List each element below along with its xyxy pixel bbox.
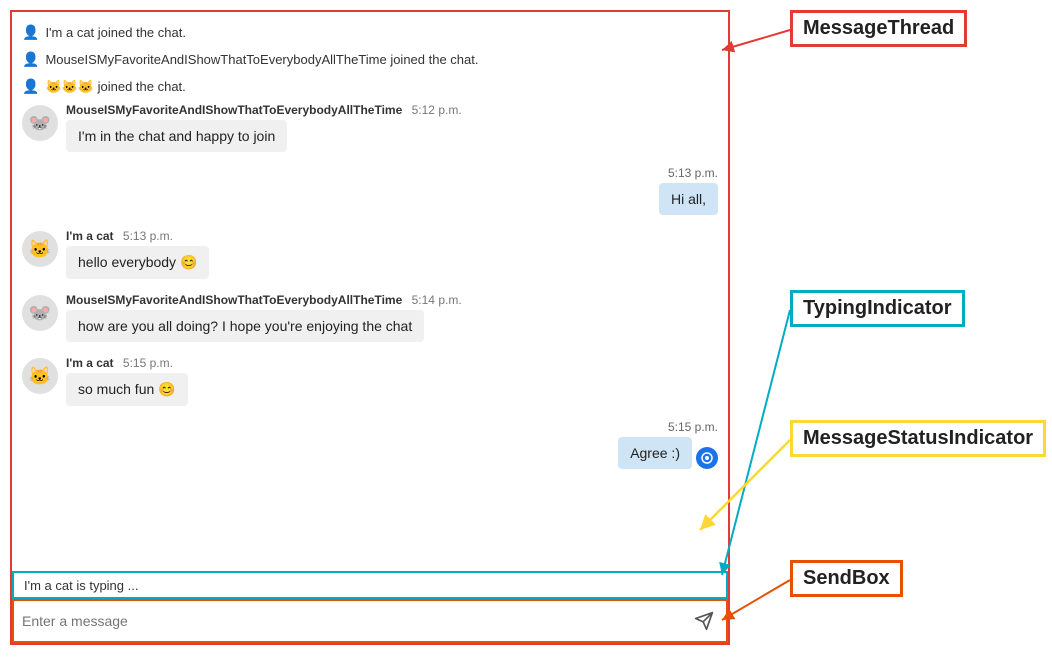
own-timestamp-6: 5:15 p.m. [668, 420, 718, 434]
message-bubble-6: Agree :) [618, 437, 692, 469]
user-join-icon-2: 👤 [22, 51, 39, 68]
own-timestamp-2: 5:13 p.m. [668, 166, 718, 180]
user-join-icon-3: 👤 [22, 78, 39, 95]
message-status-icon [696, 447, 718, 469]
message-row-6: 5:15 p.m. Agree :) [22, 420, 718, 469]
send-icon [694, 611, 714, 631]
message-thread[interactable]: 👤 I'm a cat joined the chat. 👤 MouseISMy… [12, 12, 728, 571]
message-header-1: MouseISMyFavoriteAndIShowThatToEverybody… [66, 103, 462, 117]
message-row-4: 🐭 MouseISMyFavoriteAndIShowThatToEverybo… [22, 293, 718, 342]
send-button[interactable] [690, 607, 718, 635]
message-content-5: I'm a cat 5:15 p.m. so much fun 😊 [66, 356, 188, 406]
message-content-1: MouseISMyFavoriteAndIShowThatToEverybody… [66, 103, 462, 152]
outer-wrapper: 👤 I'm a cat joined the chat. 👤 MouseISMy… [0, 0, 1052, 661]
system-message-3: 👤 🐱🐱🐱 joined the chat. [22, 76, 718, 97]
message-thread-annotation-label: MessageThread [790, 10, 967, 47]
avatar-5: 🐱 [22, 358, 58, 394]
message-row-5: 🐱 I'm a cat 5:15 p.m. so much fun 😊 [22, 356, 718, 406]
chat-container: 👤 I'm a cat joined the chat. 👤 MouseISMy… [10, 10, 730, 645]
message-bubble-5: so much fun 😊 [66, 373, 188, 406]
message-status-annotation-label: MessageStatusIndicator [790, 420, 1046, 457]
send-box[interactable] [12, 599, 728, 643]
message-bubble-3: hello everybody 😊 [66, 246, 209, 279]
message-row-1: 🐭 MouseISMyFavoriteAndIShowThatToEverybo… [22, 103, 718, 152]
avatar-3: 🐱 [22, 231, 58, 267]
message-bubble-1: I'm in the chat and happy to join [66, 120, 287, 152]
message-header-4: MouseISMyFavoriteAndIShowThatToEverybody… [66, 293, 462, 307]
message-bubble-4: how are you all doing? I hope you're enj… [66, 310, 424, 342]
message-header-5: I'm a cat 5:15 p.m. [66, 356, 188, 370]
message-row-3: 🐱 I'm a cat 5:13 p.m. hello everybody 😊 [22, 229, 718, 279]
message-row-2: 5:13 p.m. Hi all, [22, 166, 718, 215]
user-join-icon-1: 👤 [22, 24, 39, 41]
message-content-3: I'm a cat 5:13 p.m. hello everybody 😊 [66, 229, 209, 279]
system-message-1: 👤 I'm a cat joined the chat. [22, 22, 718, 43]
message-input[interactable] [22, 613, 690, 629]
send-box-annotation-label: SendBox [790, 560, 903, 597]
system-message-2: 👤 MouseISMyFavoriteAndIShowThatToEverybo… [22, 49, 718, 70]
avatar-4: 🐭 [22, 295, 58, 331]
own-message-wrapper-6: 5:15 p.m. Agree :) [618, 420, 718, 469]
typing-indicator: I'm a cat is typing ... [12, 571, 728, 599]
typing-indicator-annotation-label: TypingIndicator [790, 290, 965, 327]
message-bubble-2: Hi all, [659, 183, 718, 215]
message-header-3: I'm a cat 5:13 p.m. [66, 229, 209, 243]
message-content-4: MouseISMyFavoriteAndIShowThatToEverybody… [66, 293, 462, 342]
avatar-1: 🐭 [22, 105, 58, 141]
own-message-wrapper-2: 5:13 p.m. Hi all, [659, 166, 718, 215]
